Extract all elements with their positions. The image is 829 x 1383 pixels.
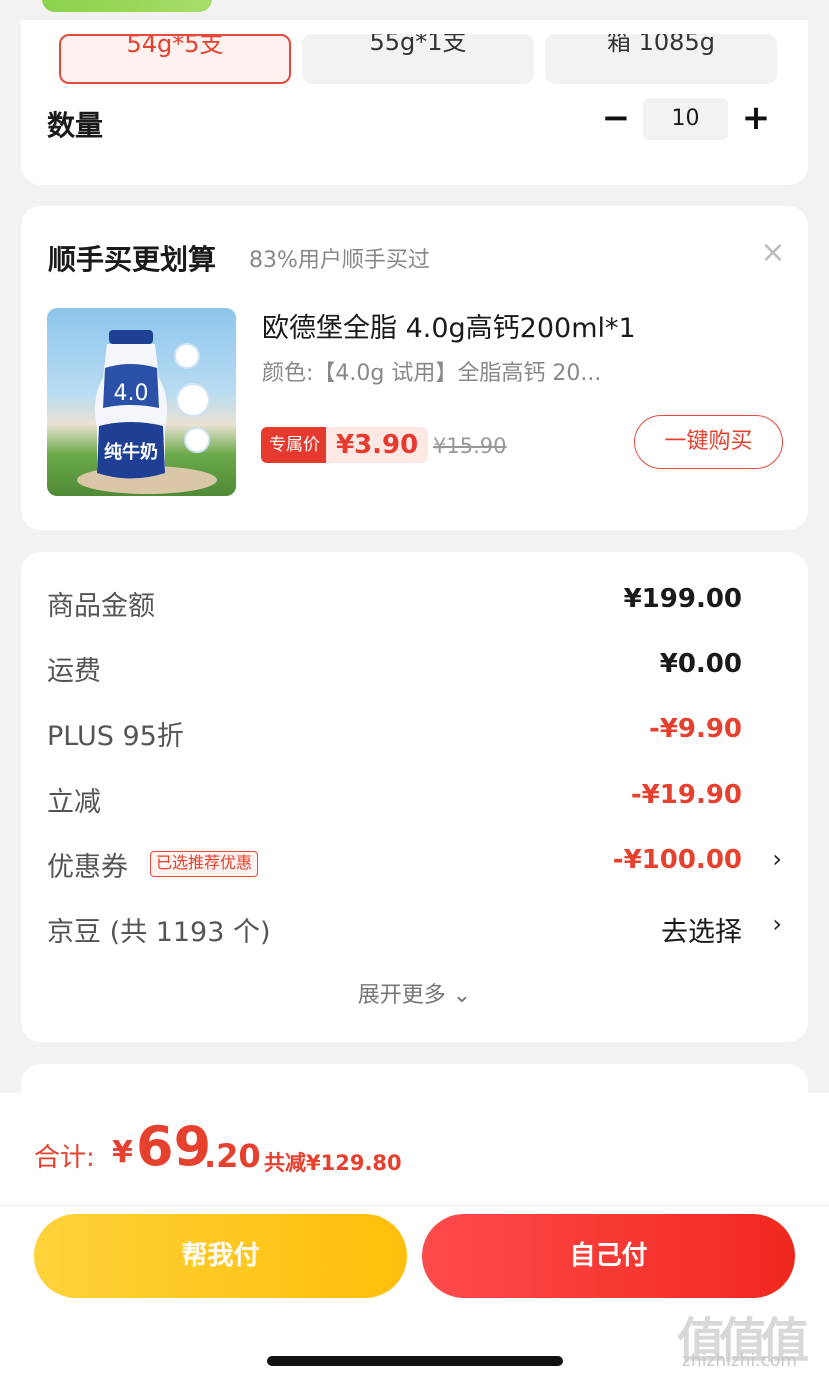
total-currency: ¥ (112, 1135, 133, 1170)
row-value: ¥0.00 (659, 649, 742, 679)
row-label: 商品金额 (47, 591, 155, 622)
row-label: 京豆 (共 1193 个) (47, 917, 271, 948)
one-click-buy-button[interactable]: 一键购买 (634, 415, 783, 469)
total-label: 合计: (34, 1143, 95, 1173)
quantity-plus-button[interactable]: + (736, 100, 776, 140)
price-breakdown-card: 商品金额 ¥199.00 运费 ¥0.00 PLUS 95折 -¥9.90 立减… (21, 552, 808, 1042)
spec-option[interactable]: 箱 1085g (545, 34, 777, 84)
milk-bottle-icon: 4.0 纯牛奶 (77, 330, 217, 494)
chevron-right-icon[interactable]: › (772, 910, 782, 938)
watermark-site: zhizhizhi.com (682, 1351, 797, 1371)
expand-more-button[interactable]: 展开更多 ⌄ (21, 977, 808, 1009)
coupon-recommended-badge: 已选推荐优惠 (150, 851, 259, 877)
exclusive-price: ¥3.90 (326, 427, 429, 463)
price-row-goods: 商品金额 ¥199.00 (47, 584, 782, 624)
green-action-button[interactable] (42, 0, 212, 12)
row-value: -¥9.90 (648, 714, 742, 744)
spec-option-selected[interactable]: 54g*5支 (59, 34, 291, 84)
close-icon[interactable]: × (759, 238, 787, 268)
price-row-instant-discount: 立减 -¥19.90 (47, 780, 782, 820)
row-label: PLUS 95折 (47, 721, 184, 752)
row-label: 优惠券 (47, 852, 128, 883)
bottle-label-text: 纯牛奶 (104, 441, 158, 463)
divider (0, 1205, 829, 1206)
bundle-title: 顺手买更划算 (48, 243, 217, 276)
total-saved: 共减¥129.80 (264, 1151, 402, 1175)
pay-myself-button[interactable]: 自己付 (422, 1214, 795, 1298)
bundle-recommendation-card: 顺手买更划算 83%用户顺手买过 × 4.0 纯牛奶 欧德堡全脂 4.0g高钙2… (21, 206, 808, 530)
jingdou-select[interactable]: 去选择 (661, 910, 742, 949)
total-integer: 69 (136, 1115, 212, 1178)
spec-option[interactable]: 55g*1支 (302, 34, 534, 84)
product-image[interactable]: 4.0 纯牛奶 (47, 308, 236, 496)
original-price: ¥15.90 (433, 434, 507, 458)
exclusive-price-tag: 专属价 (261, 427, 328, 463)
quantity-minus-button[interactable]: − (596, 100, 636, 140)
chevron-right-icon[interactable]: › (772, 845, 782, 873)
row-value: -¥19.90 (630, 780, 742, 810)
price-row-shipping: 运费 ¥0.00 (47, 649, 782, 689)
help-me-pay-button[interactable]: 帮我付 (34, 1214, 407, 1298)
row-value: -¥100.00 (612, 845, 742, 875)
quantity-input[interactable]: 10 (643, 98, 728, 140)
spec-quantity-card: 54g*5支 55g*1支 箱 1085g 数量 − 10 + (21, 20, 808, 185)
total-decimal: .20 (204, 1137, 261, 1175)
price-row-coupon[interactable]: 优惠券 已选推荐优惠 -¥100.00 › (47, 845, 782, 885)
checkout-bar: 合计: ¥ 69 .20 共减¥129.80 帮我付 自己付 值值值 zhizh… (0, 1093, 829, 1383)
product-attributes: 颜色:【4.0g 试用】全脂高钙 20... (262, 361, 602, 386)
price-row-plus-discount: PLUS 95折 -¥9.90 (47, 714, 782, 754)
price-row-jingdou[interactable]: 京豆 (共 1193 个) 去选择 › (47, 910, 782, 950)
bottle-label-number: 4.0 (114, 381, 149, 406)
quantity-label: 数量 (47, 109, 104, 142)
row-value: ¥199.00 (623, 584, 742, 614)
home-indicator[interactable] (267, 1356, 563, 1366)
row-label: 运费 (47, 656, 101, 687)
row-label: 立减 (47, 787, 101, 818)
product-name[interactable]: 欧德堡全脂 4.0g高钙200ml*1 (262, 306, 636, 345)
bundle-subtitle: 83%用户顺手买过 (249, 248, 430, 273)
